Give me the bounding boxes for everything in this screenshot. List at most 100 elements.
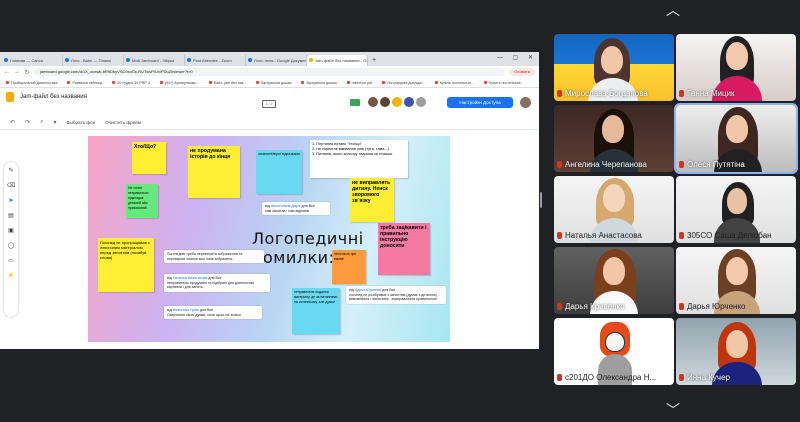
pen-icon[interactable]: ✎	[8, 168, 13, 174]
frame-bar-button[interactable]: 1 / 2	[262, 100, 276, 108]
chevron-down-icon[interactable]: ﹀	[662, 403, 684, 417]
text-box-icon[interactable]: ▭	[8, 258, 14, 264]
collaborator-avatar[interactable]	[368, 97, 378, 107]
zoom-icon[interactable]: ⌕	[40, 119, 43, 126]
participant-tile[interactable]: Дарья Юрченко	[676, 247, 796, 314]
collaborator-avatar[interactable]	[380, 97, 390, 107]
url-field[interactable]: jamboard.google.com/d/1X_ooxwk-bR9DbyVSC…	[34, 68, 506, 76]
new-tab-button[interactable]: +	[368, 55, 376, 66]
browser-tab-bar: Главная — Canva Лого - Bahn — Планы Мой …	[0, 52, 539, 66]
bookmark[interactable]: Розвинки таблиць	[67, 80, 102, 85]
comment-card[interactable]: від Анастасія Гусак для Все Озвучення св…	[164, 306, 262, 320]
browser-tab[interactable]: Лого: гены - Google Документы	[246, 55, 307, 66]
reload-icon[interactable]: ↻	[24, 69, 30, 76]
update-button[interactable]: Оновити	[509, 68, 535, 76]
circle-icon[interactable]: ◯	[8, 243, 15, 249]
browser-tab[interactable]: Post Attendee - Zoom	[185, 55, 246, 66]
chevron-up-icon[interactable]: ︿	[662, 3, 684, 17]
forward-icon[interactable]: →	[14, 69, 20, 75]
bookmark[interactable]: Файл: jam без наз...	[208, 80, 246, 85]
participant-name: 305СО Саша Деліобан	[679, 231, 772, 240]
jamboard-toolbar: ↶ ↷ ⌕ ▾ Выбрать фон Очистить фрейм	[0, 116, 539, 130]
sticky-note[interactable]: Не точне неправильно підкладає деталей а…	[126, 184, 158, 218]
sticky-note[interactable]: Хто/Що?	[132, 142, 166, 174]
bookmark[interactable]: minimum.pdf	[346, 80, 372, 85]
document-title[interactable]: Jam-файл без названия	[20, 94, 87, 100]
participant-tile-active-speaker[interactable]: Олеся Путятіна	[676, 105, 796, 172]
participant-tile[interactable]: 305СО Саша Деліобан	[676, 176, 796, 243]
participant-tile[interactable]: Ангелина Черепанова	[554, 105, 674, 172]
collaborator-avatar[interactable]	[392, 97, 402, 107]
eraser-icon[interactable]: ⌫	[7, 183, 15, 189]
bookmark[interactable]: Віртуальна дошка	[256, 80, 291, 85]
sticky-note-icon[interactable]: ▤	[8, 213, 14, 219]
participant-tile[interactable]: Мирослава Богданова	[554, 34, 674, 101]
sticky-note[interactable]: Логопед не пропрацював з лексичним матер…	[98, 238, 154, 292]
sticky-note[interactable]: занесені/вірні підказками	[256, 150, 302, 194]
video-feed	[601, 46, 623, 74]
bookmark[interactable]: Купить постельное...	[434, 80, 474, 85]
bookmarks-bar: Прибиральний Диагностика Розвинки таблиц…	[0, 78, 539, 88]
participant-tile[interactable]: Ганна Мицик	[676, 34, 796, 101]
meet-icon[interactable]	[350, 99, 360, 106]
comment-card[interactable]: від Дарья Юрченко для Все логопед не роз…	[346, 286, 446, 304]
comment-text: сам запитав і сам відповів	[265, 208, 309, 213]
back-icon[interactable]: ←	[4, 69, 10, 75]
mic-muted-icon	[557, 374, 562, 381]
browser-tab[interactable]: Мой Jamboard - Збірка	[124, 55, 185, 66]
sticky-note[interactable]: не продумана історія до кінця	[188, 146, 240, 198]
comment-author[interactable]: Анастасія Гусак	[173, 308, 199, 312]
image-icon[interactable]: ▣	[8, 228, 14, 234]
bookmark[interactable]: Логопедичні дослідж...	[382, 80, 425, 85]
participant-name: Олеся Путятіна	[679, 160, 745, 169]
participant-tile[interactable]: Наталья Анастасова	[554, 176, 674, 243]
set-background-button[interactable]: Выбрать фон	[66, 120, 95, 125]
collaborator-avatar[interactable]	[404, 97, 414, 107]
board-title[interactable]: Логопедичні помилки:	[252, 229, 450, 267]
chevron-down-icon[interactable]: ▾	[53, 119, 56, 126]
participant-tile[interactable]: с201ДО Олександра Н...	[554, 318, 674, 385]
select-icon[interactable]: ➤	[8, 198, 13, 204]
bookmark[interactable]: (99+) Артикульова...	[159, 80, 199, 85]
comment-author[interactable]: Наталья Анастасова	[173, 276, 208, 280]
participant-tile[interactable]: Инна Кучер	[676, 318, 796, 385]
comment-text: Озвучення своєї думки, коли щось не знає…	[167, 312, 241, 317]
share-button[interactable]: Настройки Доступа	[447, 97, 513, 108]
browser-tab[interactable]: Лого - Bahn — Планы	[63, 55, 124, 66]
sticky-note[interactable]: неправильне подання матеріалу, де за пит…	[292, 288, 340, 334]
mic-muted-icon	[679, 90, 684, 97]
comment-text: неправильно продумані та підібрані для д…	[167, 280, 255, 290]
text-note[interactable]: 1. Плутання питань "хто/що" 2. Не корект…	[310, 140, 408, 178]
bookmark[interactable]: Купить постельное...	[484, 80, 524, 85]
participant-name: Ангелина Черепанова	[557, 160, 647, 169]
video-feed	[603, 184, 625, 212]
sticky-note[interactable]: не виправлять дитину. Ненск зворомого зв…	[350, 178, 394, 222]
comment-author[interactable]: Дарья Юрченко	[355, 288, 381, 292]
comment-card[interactable]: від Апостольна Дар'я для Все сам запитав…	[262, 202, 330, 216]
redo-icon[interactable]: ↷	[25, 119, 30, 126]
comment-audience: для Все	[208, 276, 222, 280]
jamboard-canvas[interactable]: Хто/Що? не продумана історія до кінця за…	[88, 136, 450, 342]
video-feed	[726, 42, 748, 70]
account-avatar[interactable]	[520, 97, 531, 108]
window-controls[interactable]: — ▢ ✕	[497, 54, 537, 61]
comment-card[interactable]: від Наталья Анастасова для Все неправиль…	[164, 274, 270, 292]
split-divider[interactable]	[540, 192, 542, 208]
browser-tab[interactable]: Главная — Canva	[2, 55, 63, 66]
mic-muted-icon	[557, 232, 562, 239]
browser-tab-active[interactable]: Jam-файл без названия - Goog...	[307, 55, 368, 66]
zoom-gallery-view: Главная — Canva Лого - Bahn — Планы Мой …	[0, 0, 800, 422]
undo-icon[interactable]: ↶	[10, 119, 15, 126]
bookmark[interactable]: Віртуальна дошка	[301, 80, 337, 85]
clear-frame-button[interactable]: Очистить фрейм	[105, 120, 141, 125]
comment-card[interactable]: Логопедові треба перевтілити зображення …	[164, 250, 264, 264]
comment-author[interactable]: Апостольна Дар'я	[271, 204, 301, 208]
bookmark[interactable]: Прибиральний Диагностика	[6, 80, 57, 85]
participant-name: Дарья Юрченко	[679, 302, 745, 311]
collaborator-avatar[interactable]	[416, 97, 426, 107]
laser-icon[interactable]: ⚡	[7, 273, 14, 279]
comment-audience: для Все	[301, 204, 315, 208]
participant-tile[interactable]: Дарья Кривенко	[554, 247, 674, 314]
video-feed	[726, 257, 748, 285]
bookmark[interactable]: 20 грудня 30 PRP-3	[112, 80, 150, 85]
